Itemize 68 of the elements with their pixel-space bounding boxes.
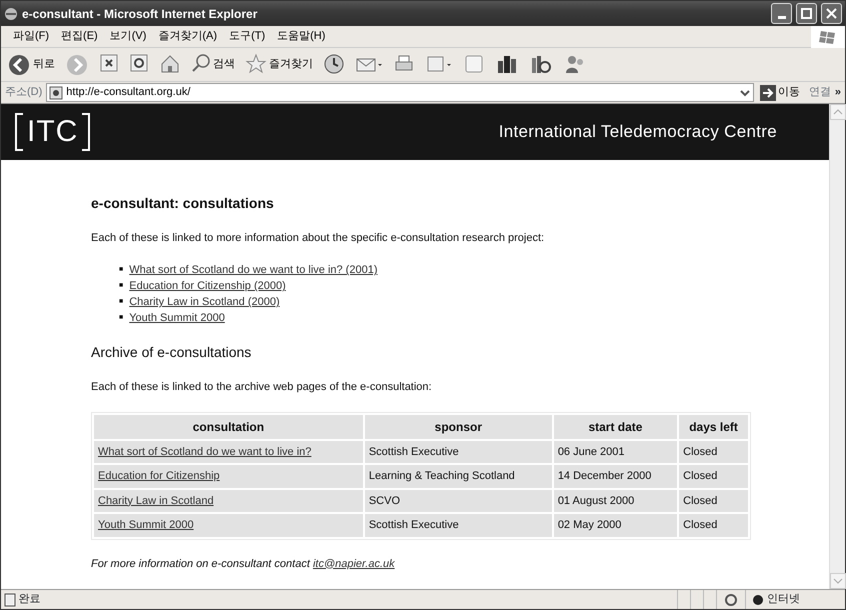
intro-text: Each of these is linked to more information about the specific e-consultation research project: (91, 230, 546, 246)
column-header: sponsor (364, 414, 552, 439)
section-heading: Archive of e-consultations (91, 344, 252, 362)
search-button[interactable]: 검색 (189, 52, 237, 76)
address-label: 주소(D) (5, 85, 42, 100)
table-cell: Closed (679, 514, 748, 537)
bullet: ■ (119, 266, 124, 274)
page-heading: e-consultant: consultations (91, 195, 275, 212)
menu-item[interactable]: 즐겨찾기(A) (152, 26, 224, 47)
minimize-icon (778, 16, 786, 19)
page-icon (49, 86, 64, 100)
table-cell: 01 August 2000 (554, 490, 678, 512)
zone-text: 인터넷 (766, 592, 800, 608)
project-link[interactable]: Education for Citizenship (2000) (129, 280, 286, 292)
table-cell: Scottish Executive (364, 514, 552, 537)
table-cell: Scottish Executive (364, 440, 552, 464)
menu-item[interactable]: 도구(T) (223, 26, 272, 47)
minimize-button[interactable] (771, 3, 792, 24)
column-header: consultation (94, 414, 363, 439)
status-text: 완료 (18, 592, 40, 608)
table-cell: Closed (679, 465, 748, 488)
table-cell: SCVO (364, 490, 552, 512)
table-cell: 06 June 2001 (554, 440, 678, 464)
project-link[interactable]: Youth Summit 2000 (129, 312, 225, 324)
globe-icon (752, 594, 764, 606)
menu-item[interactable]: 보기(V) (104, 26, 152, 47)
consultation-link[interactable]: Charity Law in Scotland (98, 494, 214, 507)
consultation-link[interactable]: Education for Citizenship (98, 470, 220, 482)
url-input[interactable]: http://e-consultant.org.uk/ (66, 84, 736, 101)
go-button[interactable]: 이동 (758, 84, 802, 101)
page-icon (4, 592, 16, 606)
project-link[interactable]: What sort of Scotland do we want to live in? (2001) (129, 264, 378, 276)
table-cell: Closed (679, 490, 748, 512)
menu-item[interactable]: 파일(F) (7, 26, 56, 47)
consultation-link[interactable]: Youth Summit 2000 (98, 519, 194, 532)
favorites-button[interactable]: 즐겨찾기 (243, 52, 315, 76)
more-chevron[interactable]: » (834, 84, 841, 101)
links-label[interactable]: 연결 (808, 84, 831, 101)
window-title: e-consultant - Microsoft Internet Explorer (22, 6, 258, 22)
project-link[interactable]: Charity Law in Scotland (2000) (129, 296, 280, 308)
windows-logo-icon (818, 28, 838, 44)
column-header: days left (679, 414, 748, 439)
menu-item[interactable]: 도움말(H) (271, 26, 332, 47)
table-cell: Closed (679, 440, 748, 464)
maximize-button[interactable] (796, 3, 817, 24)
logo: ITC (15, 113, 90, 151)
contact-text: For more information on e-consultant contact itc@napier.ac.uk (91, 556, 396, 572)
history-icon (323, 52, 345, 76)
forward-icon (65, 52, 89, 76)
bullet: ■ (119, 298, 124, 306)
table-cell: 14 December 2000 (554, 465, 678, 488)
consultation-link[interactable]: What sort of Scotland do we want to live in? (98, 446, 312, 458)
bullet: ■ (119, 314, 124, 322)
site-title: International Teledemocracy Centre (498, 121, 777, 144)
close-button[interactable] (821, 3, 842, 24)
intro-text: Each of these is linked to the archive web pages of the e-consultation: (91, 380, 433, 396)
address-field[interactable]: http://e-consultant.org.uk/ (46, 83, 754, 102)
close-icon (824, 6, 839, 21)
column-header: start date (554, 414, 678, 439)
maximize-icon (799, 6, 814, 21)
back-button[interactable]: 뒤로 (5, 52, 57, 76)
bullet: ■ (119, 282, 124, 290)
arrow-icon (760, 84, 776, 100)
email-link[interactable]: itc@napier.ac.uk (312, 558, 395, 570)
table-cell: 02 May 2000 (554, 514, 678, 537)
menu-item[interactable]: 편집(E) (55, 26, 104, 47)
table-cell: Learning & Teaching Scotland (364, 465, 552, 488)
back-icon (7, 52, 31, 76)
